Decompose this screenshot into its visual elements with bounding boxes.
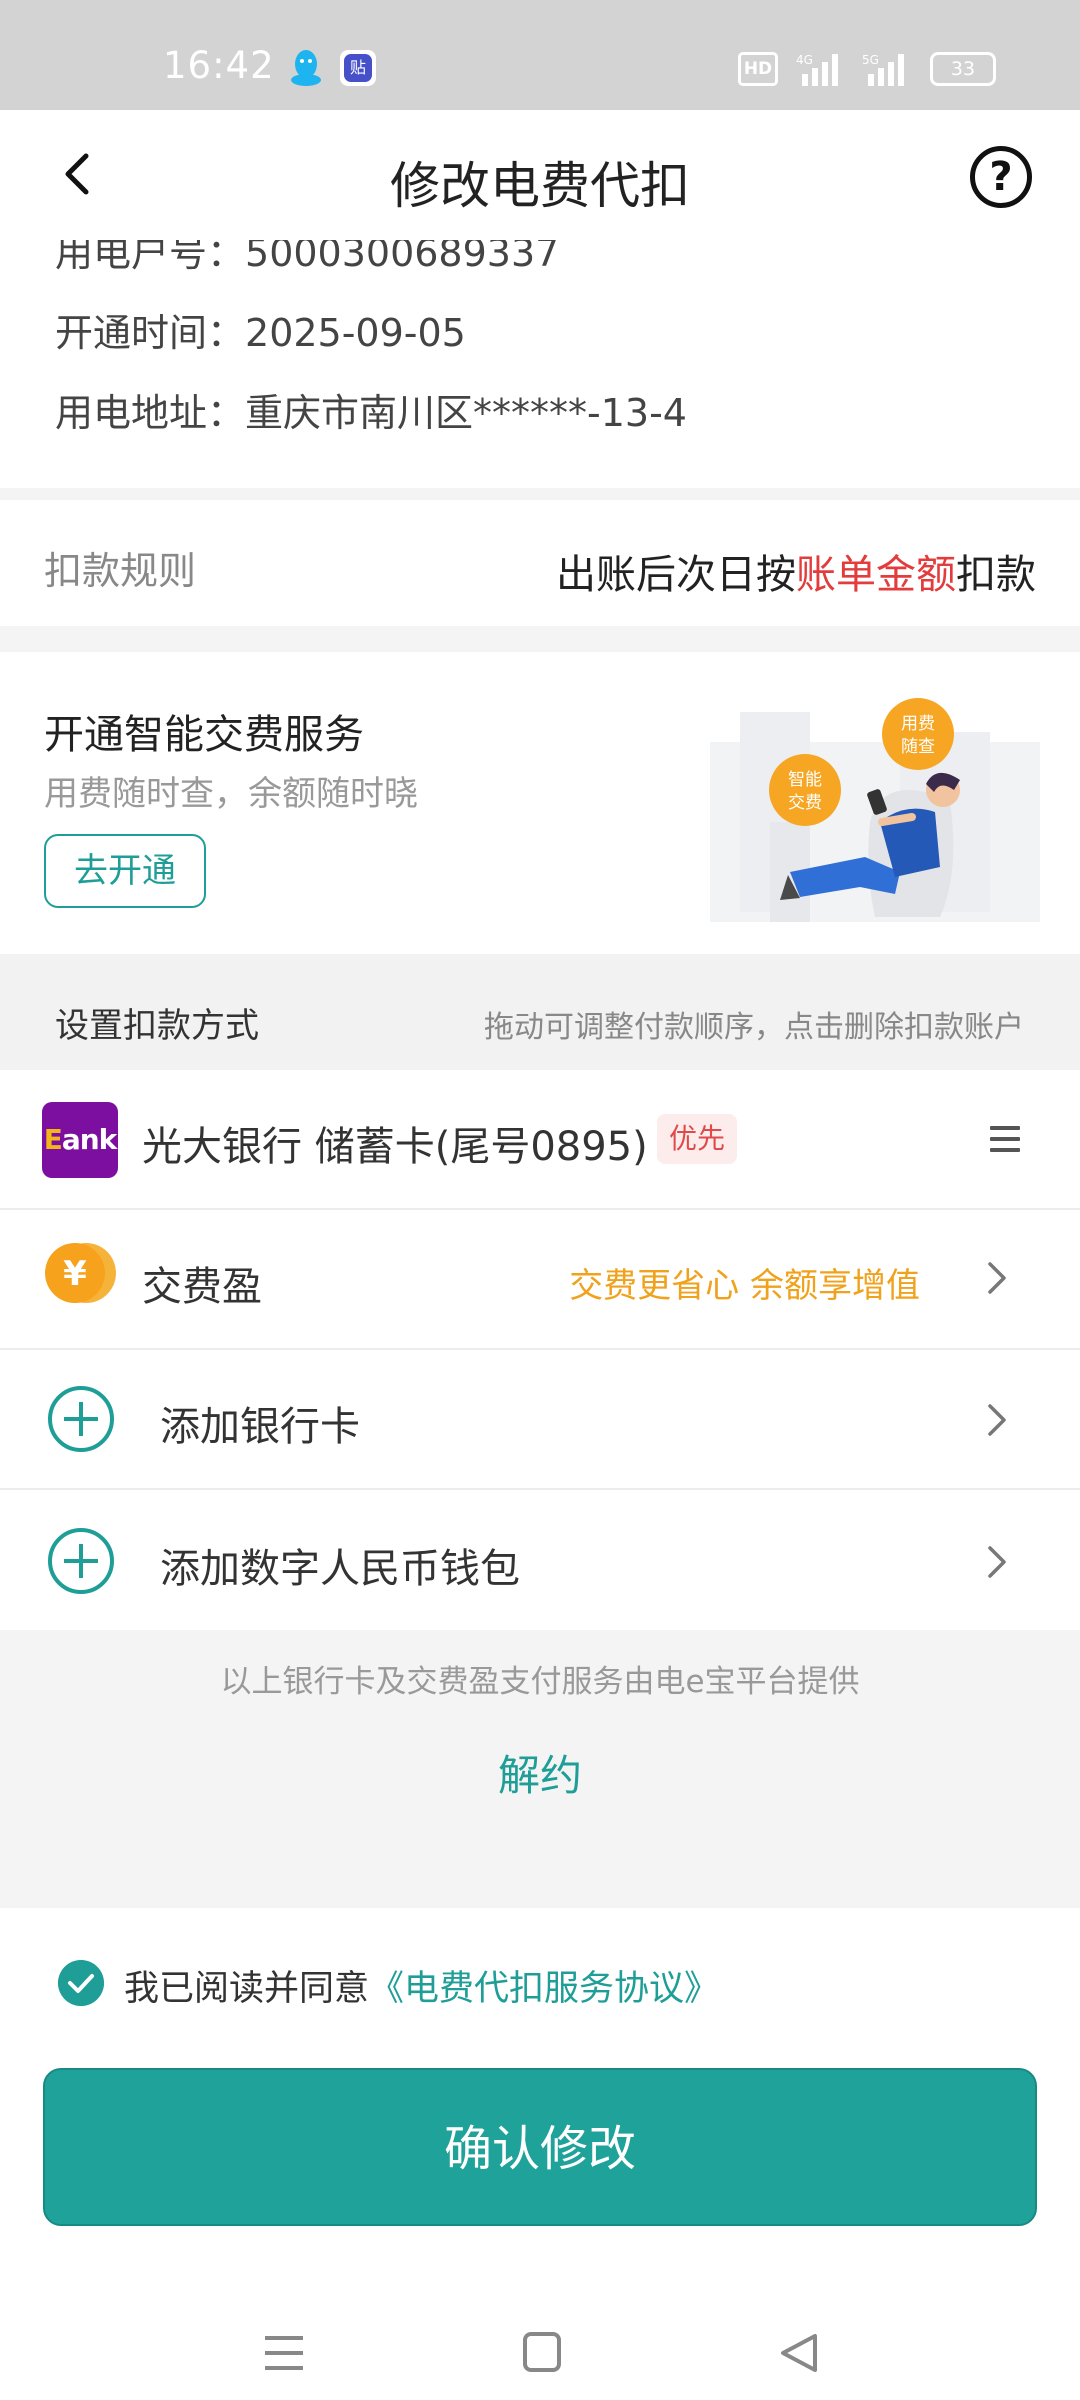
payment-method-header: 设置扣款方式 拖动可调整付款顺序，点击删除扣款账户 (0, 954, 1080, 1070)
wallet-promo-text: 交费更省心 余额享增值 (569, 1266, 920, 1306)
wallet-row[interactable]: ¥ 交费盈 交费更省心 余额享增值 (0, 1210, 1080, 1348)
deduction-rule-card: 扣款规则 出账后次日按账单金额扣款 (0, 500, 1080, 626)
add-bank-card-label: 添加银行卡 (160, 1404, 360, 1450)
agreement-checkbox[interactable] (58, 1960, 104, 2006)
help-icon[interactable]: ? (970, 146, 1032, 208)
account-info-card: 用电户号：5000300689337 开通时间：2025-09-05 用电地址：… (0, 240, 1080, 488)
status-time: 16:42 (163, 44, 275, 87)
wallet-label: 交费盈 (142, 1264, 262, 1310)
add-circle-icon (48, 1386, 114, 1452)
address-row: 用电地址：重庆市南川区******-13-4 (55, 382, 687, 437)
svg-text:¥: ¥ (63, 1254, 87, 1294)
smart-pay-illustration: 智能 交费 用费 随查 (710, 698, 1040, 922)
open-date-row: 开通时间：2025-09-05 (55, 302, 466, 357)
qq-notification-icon (291, 50, 321, 86)
back-arrow-icon[interactable] (54, 148, 102, 200)
system-nav-bar (265, 2332, 817, 2372)
home-icon[interactable] (523, 2332, 561, 2372)
yuan-coin-icon: ¥ (45, 1243, 116, 1303)
bottom-panel: 我已阅读并同意《电费代扣服务协议》 确认修改 (0, 1908, 1080, 2400)
open-date-value: 2025-09-05 (245, 311, 466, 355)
svg-text:5G: 5G (862, 53, 879, 67)
signal-4g-icon: 4G (796, 53, 838, 86)
account-number-value: 5000300689337 (245, 240, 560, 275)
battery-icon: 33 (930, 52, 996, 86)
add-digital-wallet-row[interactable]: 添加数字人民币钱包 (0, 1490, 1080, 1630)
bubble-left-line1: 智能 (788, 770, 822, 790)
chevron-right-icon (988, 1262, 1006, 1294)
status-bar: 16:42 贴 HD 4G 5G 33 (0, 0, 1080, 110)
ebank-logo-icon: Eank (42, 1102, 118, 1178)
open-date-label: 开通时间： (55, 311, 246, 355)
drag-handle-icon[interactable] (990, 1126, 1020, 1152)
bank-card-row[interactable]: Eank 光大银行 储蓄卡(尾号0895) 优先 (0, 1070, 1080, 1210)
promo-title: 开通智能交费服务 (44, 712, 364, 758)
deduction-rule-suffix: 扣款 (956, 552, 1036, 598)
agreement-prefix: 我已阅读并同意 (124, 1969, 370, 2009)
page-title: 修改电费代扣 (390, 157, 690, 215)
add-circle-icon (48, 1528, 114, 1594)
tieba-notification-icon: 贴 (340, 50, 376, 86)
deduction-rule-highlight: 账单金额 (796, 552, 956, 598)
payment-method-hint: 拖动可调整付款顺序，点击删除扣款账户 (484, 1010, 1024, 1045)
smart-pay-promo: 开通智能交费服务 用费随时查，余额随时晓 去开通 智能 交费 用费 随查 (0, 652, 1080, 954)
deduction-rule-label: 扣款规则 (44, 549, 197, 593)
deduction-rule-prefix: 出账后次日按 (556, 552, 796, 598)
chevron-right-icon (988, 1546, 1006, 1578)
promo-subtitle: 用费随时查，余额随时晓 (44, 774, 418, 814)
menu-icon[interactable] (265, 2336, 303, 2370)
bubble-left-line2: 交费 (788, 793, 822, 813)
hd-voice-icon: HD (738, 52, 778, 86)
agreement-text: 我已阅读并同意《电费代扣服务协议》 (124, 1960, 719, 2011)
service-provider-note: 以上银行卡及交费盈支付服务由电e宝平台提供 (220, 1664, 860, 1700)
agreement-link[interactable]: 《电费代扣服务协议》 (369, 1969, 719, 2009)
confirm-button[interactable]: 确认修改 (43, 2068, 1037, 2226)
priority-badge: 优先 (657, 1114, 737, 1164)
account-number-row: 用电户号：5000300689337 (55, 240, 559, 277)
back-triangle-icon[interactable] (781, 2334, 817, 2372)
activate-button[interactable]: 去开通 (44, 834, 206, 908)
svg-text:4G: 4G (796, 53, 813, 67)
address-label: 用电地址： (55, 391, 246, 435)
cancel-agreement-link[interactable]: 解约 (0, 1742, 1080, 1803)
add-digital-wallet-label: 添加数字人民币钱包 (160, 1546, 520, 1592)
add-bank-card-row[interactable]: 添加银行卡 (0, 1350, 1080, 1488)
deduction-rule-text: 出账后次日按账单金额扣款 (556, 542, 1036, 600)
nav-bar: 修改电费代扣 ? (0, 110, 1080, 240)
chevron-right-icon (988, 1404, 1006, 1436)
account-number-label: 用电户号： (55, 240, 246, 275)
bubble-right-line1: 用费 (901, 714, 935, 734)
payment-method-title: 设置扣款方式 (55, 1006, 259, 1046)
bank-card-label: 光大银行 储蓄卡(尾号0895) (142, 1124, 648, 1170)
signal-5g-icon: 5G (862, 53, 904, 86)
bubble-right-line2: 随查 (901, 737, 935, 757)
address-value: 重庆市南川区******-13-4 (245, 391, 687, 435)
